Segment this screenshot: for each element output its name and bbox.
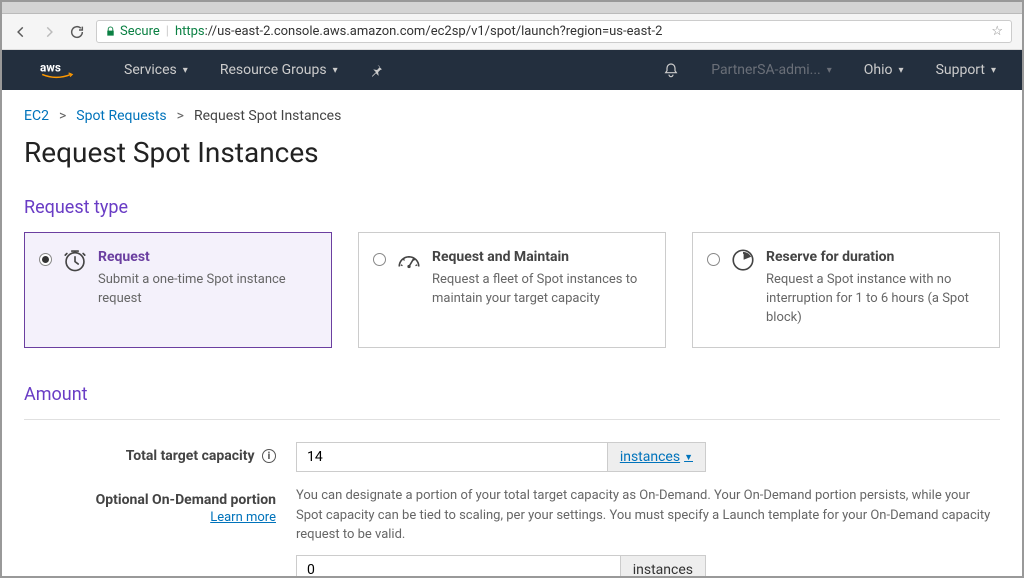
back-button[interactable] bbox=[12, 23, 30, 41]
section-request-type: Request type bbox=[24, 197, 1000, 218]
chevron-down-icon: ▾ bbox=[333, 65, 338, 76]
notifications-icon[interactable] bbox=[647, 50, 695, 90]
chevron-down-icon: ▾ bbox=[827, 65, 832, 76]
aws-logo[interactable]: aws bbox=[2, 59, 108, 81]
label-total-capacity: Total target capacity i bbox=[24, 442, 296, 472]
card-request-desc: Submit a one-time Spot instance request bbox=[98, 271, 315, 309]
reload-button[interactable] bbox=[68, 23, 86, 41]
support-menu[interactable]: Support ▾ bbox=[920, 50, 1012, 90]
url-text: https://us-east-2.console.aws.amazon.com… bbox=[175, 24, 985, 39]
card-request-title: Request bbox=[98, 249, 315, 265]
duration-clock-icon bbox=[730, 247, 756, 273]
chevron-down-icon: ▾ bbox=[991, 65, 996, 76]
row-total-capacity: Total target capacity i instances▼ bbox=[24, 442, 1000, 472]
card-reserve-duration[interactable]: Reserve for duration Request a Spot inst… bbox=[692, 232, 1000, 348]
clock-icon bbox=[62, 247, 88, 273]
page-title: Request Spot Instances bbox=[24, 136, 1000, 169]
input-total-capacity[interactable] bbox=[296, 442, 607, 472]
gauge-icon bbox=[396, 247, 422, 273]
svg-text:aws: aws bbox=[40, 60, 61, 74]
resource-groups-menu[interactable]: Resource Groups ▾ bbox=[204, 50, 354, 90]
lock-icon bbox=[105, 25, 116, 38]
ondemand-help-text: You can designate a portion of your tota… bbox=[296, 486, 996, 545]
card-maintain-desc: Request a fleet of Spot instances to mai… bbox=[432, 271, 649, 309]
section-amount: Amount bbox=[24, 384, 1000, 405]
browser-toolbar: Secure | https://us-east-2.console.aws.a… bbox=[2, 14, 1022, 50]
services-menu[interactable]: Services ▾ bbox=[108, 50, 204, 90]
chevron-down-icon: ▾ bbox=[183, 65, 188, 76]
breadcrumb-spot-requests[interactable]: Spot Requests bbox=[76, 108, 166, 124]
bookmark-star-icon[interactable]: ☆ bbox=[991, 24, 1003, 39]
forward-button[interactable] bbox=[40, 23, 58, 41]
label-ondemand: Optional On-Demand portion Learn more bbox=[24, 486, 296, 578]
region-label: Ohio bbox=[864, 62, 893, 78]
card-request[interactable]: Request Submit a one-time Spot instance … bbox=[24, 232, 332, 348]
resource-groups-label: Resource Groups bbox=[220, 62, 327, 78]
address-bar[interactable]: Secure | https://us-east-2.console.aws.a… bbox=[96, 20, 1012, 43]
services-label: Services bbox=[124, 62, 177, 78]
pin-icon[interactable] bbox=[354, 50, 399, 90]
user-label: PartnerSA-admi... bbox=[711, 62, 821, 78]
row-ondemand-portion: Optional On-Demand portion Learn more Yo… bbox=[24, 486, 1000, 578]
breadcrumb-ec2[interactable]: EC2 bbox=[24, 108, 49, 124]
card-reserve-title: Reserve for duration bbox=[766, 249, 983, 265]
capacity-unit-dropdown[interactable]: instances▼ bbox=[607, 442, 706, 472]
support-label: Support bbox=[936, 62, 985, 78]
breadcrumb-sep: > bbox=[59, 108, 66, 124]
aws-header: aws Services ▾ Resource Groups ▾ Partner… bbox=[2, 50, 1022, 90]
radio-maintain[interactable] bbox=[373, 253, 386, 266]
input-ondemand-portion[interactable] bbox=[296, 555, 620, 578]
breadcrumb: EC2 > Spot Requests > Request Spot Insta… bbox=[24, 108, 1000, 124]
info-icon[interactable]: i bbox=[262, 449, 276, 463]
card-request-maintain[interactable]: Request and Maintain Request a fleet of … bbox=[358, 232, 666, 348]
divider bbox=[24, 419, 1000, 420]
caret-down-icon: ▼ bbox=[684, 452, 693, 463]
browser-tab-bar bbox=[2, 2, 1022, 14]
user-menu[interactable]: PartnerSA-admi... ▾ bbox=[695, 50, 848, 90]
region-menu[interactable]: Ohio ▾ bbox=[848, 50, 920, 90]
radio-reserve[interactable] bbox=[707, 253, 720, 266]
secure-label: Secure bbox=[120, 24, 160, 39]
radio-request[interactable] bbox=[39, 253, 52, 266]
chevron-down-icon: ▾ bbox=[899, 65, 904, 76]
secure-indicator: Secure bbox=[105, 24, 160, 39]
request-type-cards: Request Submit a one-time Spot instance … bbox=[24, 232, 1000, 348]
breadcrumb-sep: > bbox=[177, 108, 184, 124]
card-reserve-desc: Request a Spot instance with no interrup… bbox=[766, 271, 983, 328]
learn-more-link[interactable]: Learn more bbox=[24, 510, 276, 525]
ondemand-unit-label: instances bbox=[620, 555, 706, 578]
breadcrumb-current: Request Spot Instances bbox=[194, 108, 341, 124]
card-maintain-title: Request and Maintain bbox=[432, 249, 649, 265]
